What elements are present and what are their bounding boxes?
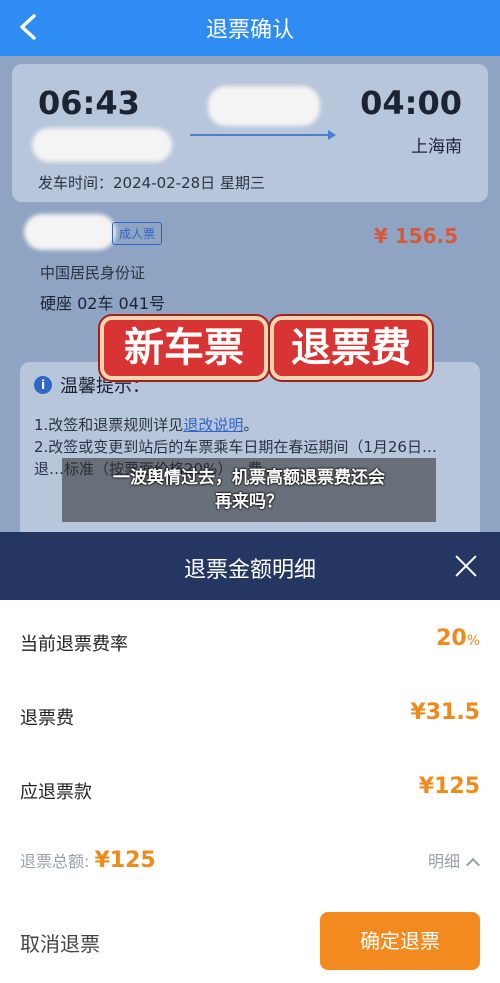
notice-line1-prefix: 1.改签和退票规则详见: [34, 416, 184, 434]
seat-info: 硬座 02车 041号: [40, 294, 166, 313]
refund-fee-label: 退票费: [20, 708, 74, 729]
top-bar: 退票确认: [0, 0, 500, 56]
refund-amount-row: 应退票款 ¥125: [0, 770, 500, 810]
redacted-departure-station: [32, 128, 172, 162]
arrival-station: 上海南: [411, 137, 462, 157]
route-arrow: [190, 130, 336, 140]
redacted-train-number: [208, 86, 320, 126]
refund-total-label: 退票总额:: [20, 852, 90, 871]
refund-total: 退票总额: ¥125: [20, 848, 156, 873]
passenger-info: 成人票 ¥ 156.5 中国居民身份证 硬座 02车 041号: [20, 214, 480, 324]
page-title: 退票确认: [205, 18, 294, 43]
refund-rules-link[interactable]: 退改说明: [183, 416, 243, 434]
info-icon: i: [34, 376, 52, 394]
refund-rate-row: 当前退票费率 20%: [0, 622, 500, 662]
refund-rate-label: 当前退票费率: [20, 634, 128, 655]
cancel-refund-button[interactable]: 取消退票: [20, 928, 100, 957]
departure-date: 发车时间：2024-02-28日 星期三: [38, 174, 265, 192]
refund-rate-value: 20%: [436, 626, 480, 651]
arrival-time: 04:00: [360, 84, 462, 122]
detail-toggle[interactable]: 明细: [427, 848, 481, 873]
caption-line1: 一波舆情过去，机票高额退票费还会: [113, 468, 385, 488]
close-icon[interactable]: [452, 552, 480, 580]
chevron-up-icon: [465, 857, 481, 873]
detail-label: 明细: [427, 852, 460, 871]
refund-rate-number: 20: [436, 626, 467, 651]
caption-text: 一波舆情过去，机票高额退票费还会 再来吗？: [62, 466, 436, 514]
caption-line2: 再来吗？: [215, 492, 283, 512]
sheet-body: 当前退票费率 20% 退票费 ¥31.5 应退票款 ¥125 退票总额: ¥12…: [0, 600, 500, 983]
stamp-refund-fee: 退票费: [270, 316, 432, 380]
redacted-passenger-name: [24, 214, 116, 250]
notice-line1-suffix: 。: [243, 416, 259, 434]
refund-total-value: ¥125: [94, 848, 156, 873]
departure-time: 06:43: [38, 84, 140, 122]
stamp-new-ticket: 新车票: [100, 316, 268, 380]
sheet-title: 退票金额明细: [183, 558, 316, 583]
refund-amount-label: 应退票款: [20, 782, 92, 803]
confirm-refund-button[interactable]: 确定退票: [320, 912, 480, 970]
ticket-type-badge: 成人票: [112, 222, 163, 245]
refund-fee-value: ¥31.5: [410, 700, 480, 725]
refund-amount-value: ¥125: [418, 774, 480, 799]
refund-fee-row: 退票费 ¥31.5: [0, 696, 500, 736]
refund-rate-unit: %: [466, 633, 480, 649]
sheet-header: 退票金额明细: [0, 532, 500, 600]
ticket-card: 06:43 04:00 上海南 发车时间：2024-02-28日 星期三: [12, 64, 488, 202]
ticket-price: ¥ 156.5: [373, 224, 458, 248]
id-type: 中国居民身份证: [40, 264, 146, 282]
